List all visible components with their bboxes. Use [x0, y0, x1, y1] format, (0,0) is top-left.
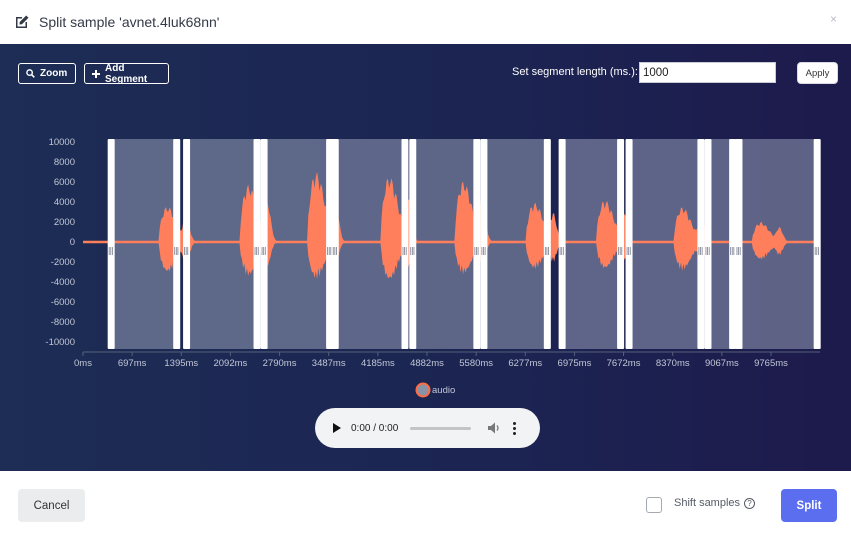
- split-button[interactable]: Split: [781, 489, 837, 522]
- x-tick-label: 7672ms: [607, 358, 641, 369]
- segment-handle[interactable]: [735, 139, 743, 349]
- close-icon[interactable]: ×: [830, 12, 837, 26]
- x-tick-label: 5580ms: [459, 358, 493, 369]
- play-icon[interactable]: [333, 423, 341, 433]
- cancel-button[interactable]: Cancel: [18, 489, 85, 522]
- segment-handle[interactable]: [173, 139, 181, 349]
- legend[interactable]: audio: [415, 382, 456, 398]
- segment-handle[interactable]: [558, 139, 566, 349]
- waveform-panel: Zoom Add Segment Set segment length (ms.…: [0, 44, 851, 471]
- y-tick-label: 0: [70, 237, 75, 248]
- x-tick-label: 697ms: [118, 358, 147, 369]
- x-tick-label: 2092ms: [213, 358, 247, 369]
- help-icon[interactable]: ?: [744, 497, 756, 509]
- segment-handle[interactable]: [813, 139, 821, 349]
- segment-handle[interactable]: [401, 139, 409, 349]
- waveform-chart[interactable]: 10000 8000 6000 4000 2000 0 -2000 -4000 -6000 -80…: [0, 44, 851, 471]
- y-tick-label: 8000: [54, 157, 75, 168]
- legend-audio-label[interactable]: audio: [432, 385, 455, 396]
- segment-handle[interactable]: [107, 139, 115, 349]
- segment-handle[interactable]: [704, 139, 712, 349]
- dialog-header: Split sample 'avnet.4luk68nn' ×: [0, 0, 851, 44]
- y-tick-label: 6000: [54, 177, 75, 188]
- y-tick-label: -10000: [45, 337, 75, 348]
- dialog-title: Split sample 'avnet.4luk68nn': [39, 14, 220, 30]
- x-tick-label: 3487ms: [312, 358, 346, 369]
- edit-icon: [14, 14, 30, 30]
- shift-samples-label: Shift samples ?: [674, 497, 756, 509]
- segment-handle[interactable]: [480, 139, 488, 349]
- x-tick-label: 9765ms: [754, 358, 788, 369]
- x-tick-label: 4882ms: [410, 358, 444, 369]
- segment-handle[interactable]: [543, 139, 551, 349]
- more-options-icon[interactable]: [513, 421, 517, 435]
- audio-player[interactable]: 0:00 / 0:00: [315, 408, 540, 448]
- dialog-footer: Cancel Shift samples ? Split: [0, 471, 851, 534]
- audio-time: 0:00 / 0:00: [351, 422, 399, 434]
- x-tick-label: 8370ms: [656, 358, 690, 369]
- segment-handle[interactable]: [729, 139, 737, 349]
- x-tick-label: 6975ms: [558, 358, 592, 369]
- x-tick-label: 9067ms: [705, 358, 739, 369]
- x-tick-label: 6277ms: [508, 358, 542, 369]
- split-sample-dialog: Split sample 'avnet.4luk68nn' × Zoom Add…: [0, 0, 851, 534]
- y-tick-label: 4000: [54, 197, 75, 208]
- legend-audio-marker[interactable]: [415, 382, 431, 398]
- segment-handle[interactable]: [183, 139, 191, 349]
- volume-icon[interactable]: [487, 421, 501, 435]
- segment-handle[interactable]: [331, 139, 339, 349]
- y-tick-label: 2000: [54, 217, 75, 228]
- segment-handle[interactable]: [697, 139, 705, 349]
- segment-handle[interactable]: [625, 139, 633, 349]
- shift-samples-text: Shift samples: [674, 497, 741, 509]
- audio-seek-bar[interactable]: [410, 426, 472, 430]
- shift-samples-checkbox[interactable]: [646, 497, 662, 513]
- segment[interactable]: [707, 139, 733, 349]
- segment-handle[interactable]: [260, 139, 268, 349]
- segment-handle[interactable]: [473, 139, 481, 349]
- x-tick-label: 1395ms: [164, 358, 198, 369]
- x-axis: 0ms 697ms 1395ms 2092ms 2790ms 3487ms 4185ms 48…: [74, 352, 788, 369]
- y-tick-label: -4000: [51, 277, 75, 288]
- x-tick-label: 2790ms: [263, 358, 297, 369]
- x-tick-label: 0ms: [74, 358, 92, 369]
- segment-handle[interactable]: [409, 139, 417, 349]
- y-tick-label: 10000: [49, 137, 75, 148]
- segment-handle[interactable]: [253, 139, 261, 349]
- y-tick-label: -8000: [51, 317, 75, 328]
- y-tick-label: -6000: [51, 297, 75, 308]
- y-tick-label: -2000: [51, 257, 75, 268]
- segment-handle[interactable]: [617, 139, 625, 349]
- x-tick-label: 4185ms: [361, 358, 395, 369]
